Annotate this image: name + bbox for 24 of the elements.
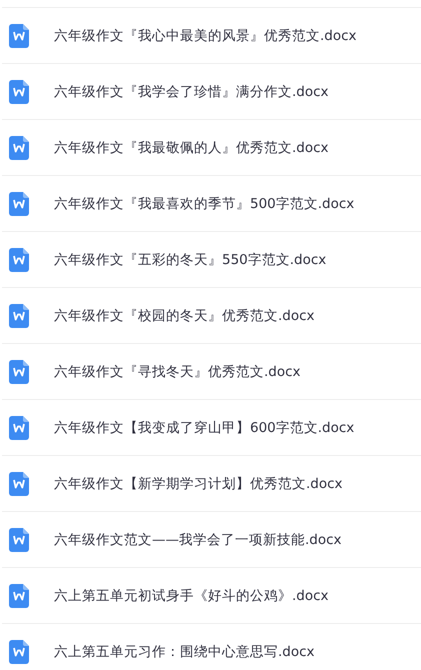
file-name[interactable]: 六年级作文『我心中最美的风景』优秀范文.docx xyxy=(54,26,357,44)
file-name[interactable]: 六年级作文『五彩的冬天』550字范文.docx xyxy=(54,250,326,268)
word-file-icon xyxy=(9,528,29,552)
word-file-icon xyxy=(9,192,29,216)
file-name[interactable]: 六年级作文【我变成了穿山甲】600字范文.docx xyxy=(54,418,354,436)
file-name[interactable]: 六年级作文范文——我学会了一项新技能.docx xyxy=(54,530,342,548)
file-name[interactable]: 六上第五单元习作：围绕中心意思写.docx xyxy=(54,642,315,660)
word-file-icon xyxy=(9,472,29,496)
word-file-icon xyxy=(9,640,29,664)
file-name[interactable]: 六年级作文『我最喜欢的季节』500字范文.docx xyxy=(54,194,354,212)
file-name[interactable]: 六年级作文『校园的冬天』优秀范文.docx xyxy=(54,306,315,324)
word-file-icon xyxy=(9,24,29,48)
word-file-icon xyxy=(9,248,29,272)
file-name[interactable]: 六年级作文『我学会了珍惜』满分作文.docx xyxy=(54,82,329,100)
file-name[interactable]: 六年级作文『寻找冬天』优秀范文.docx xyxy=(54,362,301,380)
word-file-icon xyxy=(9,360,29,384)
file-name[interactable]: 六年级作文【新学期学习计划】优秀范文.docx xyxy=(54,474,343,492)
file-name[interactable]: 六上第五单元初试身手《好斗的公鸡》.docx xyxy=(54,586,329,604)
file-name[interactable]: 六年级作文『我最敬佩的人』优秀范文.docx xyxy=(54,138,329,156)
word-file-icon xyxy=(9,416,29,440)
word-file-icon xyxy=(9,584,29,608)
word-file-icon xyxy=(9,136,29,160)
word-file-icon xyxy=(9,304,29,328)
word-file-icon xyxy=(9,80,29,104)
